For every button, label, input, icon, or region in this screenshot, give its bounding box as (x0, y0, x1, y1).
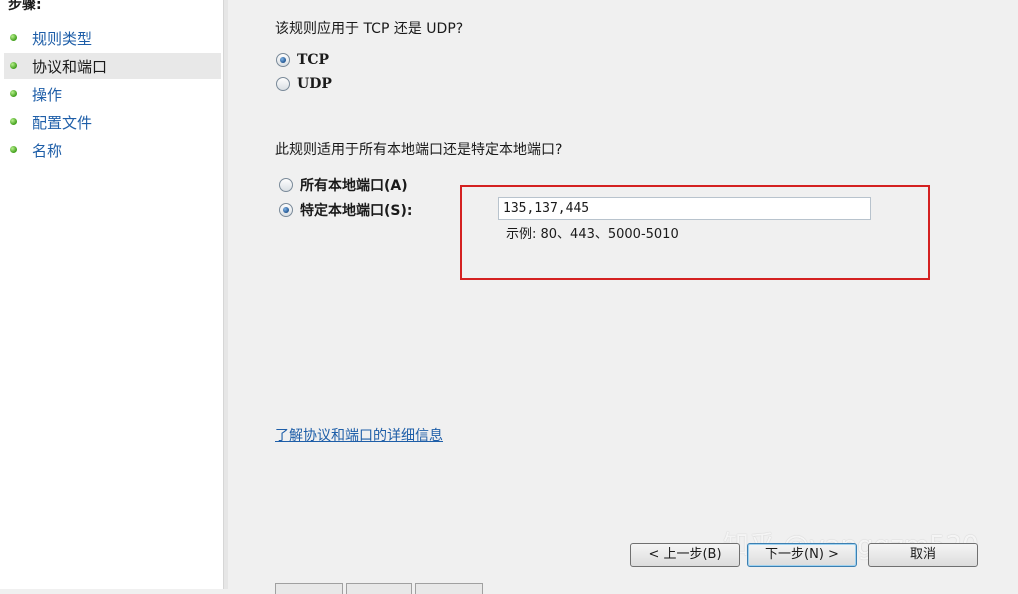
radio-tcp-label[interactable]: TCP (297, 52, 329, 68)
step-bullet-icon (10, 34, 17, 41)
ports-example-hint: 示例: 80、443、5000-5010 (506, 227, 679, 242)
radio-unselected-icon[interactable] (276, 77, 290, 91)
step-label: 操作 (32, 86, 63, 104)
radio-udp-label[interactable]: UDP (297, 76, 332, 92)
cancel-button[interactable]: 取消 (868, 543, 978, 567)
learn-more-link[interactable]: 了解协议和端口的详细信息 (275, 425, 443, 445)
step-bullet-icon (10, 118, 17, 125)
radio-selected-icon[interactable] (279, 203, 293, 217)
radio-udp[interactable]: UDP (276, 76, 332, 92)
step-bullet-icon (10, 62, 17, 69)
step-label: 规则类型 (32, 30, 93, 48)
main-panel: 该规则应用于 TCP 还是 UDP? TCP UDP 此规则适用于所有本地端口还… (228, 0, 1018, 594)
radio-all-local-ports[interactable]: 所有本地端口(A) (279, 175, 408, 195)
step-label: 配置文件 (32, 114, 93, 132)
step-protocol-and-ports[interactable]: 协议和端口 (4, 53, 221, 79)
step-profile[interactable]: 配置文件 (4, 109, 221, 135)
steps-header: 步骤: (8, 0, 42, 13)
radio-specific-local-ports[interactable]: 特定本地端口(S): (279, 200, 412, 220)
radio-unselected-icon[interactable] (279, 178, 293, 192)
step-name[interactable]: 名称 (4, 137, 221, 163)
next-button[interactable]: 下一步(N) > (747, 543, 857, 567)
radio-selected-icon[interactable] (276, 53, 290, 67)
step-bullet-icon (10, 90, 17, 97)
radio-tcp[interactable]: TCP (276, 52, 329, 68)
specific-ports-input[interactable] (498, 197, 871, 220)
radio-specific-ports-label[interactable]: 特定本地端口(S): (300, 200, 412, 220)
step-label: 协议和端口 (32, 58, 108, 76)
radio-all-ports-label[interactable]: 所有本地端口(A) (300, 175, 408, 195)
ports-question: 此规则适用于所有本地端口还是特定本地端口? (275, 142, 563, 158)
protocol-question: 该规则应用于 TCP 还是 UDP? (275, 21, 464, 37)
back-button[interactable]: < 上一步(B) (630, 543, 740, 567)
step-rule-type[interactable]: 规则类型 (4, 25, 221, 51)
step-label: 名称 (32, 142, 63, 160)
step-bullet-icon (10, 146, 17, 153)
step-action[interactable]: 操作 (4, 81, 221, 107)
steps-sidebar: 步骤: 规则类型 协议和端口 操作 配置文件 名称 (0, 0, 223, 589)
